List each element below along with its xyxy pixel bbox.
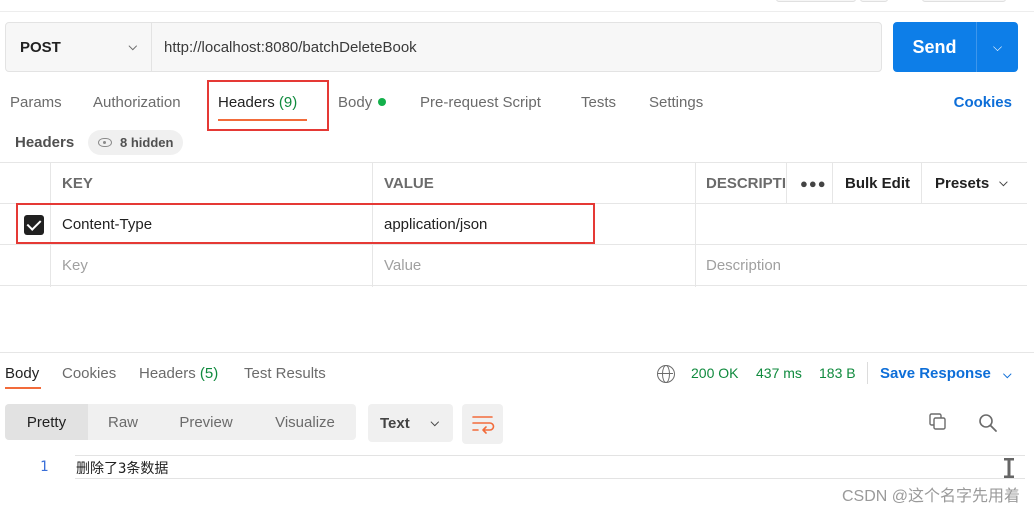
tab-body-label: Body: [338, 94, 373, 111]
chevron-down-icon: ⌵: [992, 39, 1003, 54]
format-pretty[interactable]: Pretty: [5, 404, 88, 440]
chevron-down-icon: ⌵: [430, 416, 439, 429]
response-type-select[interactable]: Text ⌵: [368, 404, 453, 442]
tab-pre-request-script[interactable]: Pre-request Script: [420, 94, 541, 111]
tab-authorization[interactable]: Authorization: [93, 94, 181, 111]
description-input[interactable]: Description: [706, 245, 781, 286]
body-indicator-dot: [378, 98, 387, 107]
chevron-down-icon: ⌵: [999, 177, 1008, 189]
tab-params[interactable]: Params: [10, 94, 62, 111]
send-button-group: Send ⌵: [893, 22, 1018, 72]
column-header-description: DESCRIPTI: [706, 175, 786, 192]
send-options-button[interactable]: ⌵: [976, 22, 1018, 72]
column-header-key: KEY: [62, 175, 93, 192]
toolbar-ghost-control[interactable]: [860, 0, 888, 2]
request-tabs: Params Authorization Headers (9) Body Pr…: [0, 84, 1034, 120]
presets-dropdown[interactable]: Presets ⌵: [935, 163, 1008, 204]
copy-icon[interactable]: [929, 413, 947, 431]
send-button[interactable]: Send: [893, 22, 976, 72]
toolbar-ghost-control[interactable]: [776, 0, 856, 2]
tab-body[interactable]: Body: [338, 94, 387, 111]
status-code[interactable]: 200 OK: [691, 365, 738, 381]
hidden-headers-toggle[interactable]: 8 hidden: [88, 130, 184, 155]
table-row-new: Key Value Description: [0, 245, 1027, 286]
format-preview[interactable]: Preview: [158, 404, 254, 440]
pane-divider[interactable]: [0, 352, 1034, 353]
format-visualize[interactable]: Visualize: [254, 404, 356, 440]
format-tabs: Pretty Raw Preview Visualize: [5, 404, 356, 440]
column-header-value: VALUE: [384, 175, 434, 192]
response-type-label: Text: [380, 414, 410, 432]
highlight-box: [16, 203, 595, 244]
globe-icon[interactable]: [657, 365, 675, 383]
presets-label: Presets: [935, 175, 990, 192]
toolbar-ghost-control[interactable]: [922, 0, 1006, 2]
more-options-icon[interactable]: ●●●: [800, 163, 827, 204]
url-input[interactable]: http://localhost:8080/batchDeleteBook: [152, 23, 417, 71]
watermark: CSDN @这个名字先用着: [841, 488, 1020, 505]
key-input[interactable]: Key: [62, 245, 88, 286]
hidden-headers-label: 8 hidden: [120, 135, 174, 150]
chevron-down-icon: ⌵: [1003, 369, 1012, 381]
response-tab-headers-count: (5): [199, 365, 219, 382]
response-tab-cookies[interactable]: Cookies: [62, 365, 116, 382]
active-tab-underline: [5, 387, 41, 389]
cookies-link[interactable]: Cookies: [954, 94, 1012, 111]
tab-settings[interactable]: Settings: [649, 94, 703, 111]
response-tab-headers[interactable]: Headers (5): [139, 365, 218, 382]
method-label: POST: [20, 38, 61, 56]
save-response-button[interactable]: Save Response ⌵: [880, 365, 1011, 382]
method-select[interactable]: POST ⌵: [6, 23, 152, 71]
headers-section-title: Headers: [15, 134, 75, 151]
response-body-text[interactable]: 删除了3条数据: [76, 458, 168, 478]
column-divider: [695, 162, 696, 287]
response-time[interactable]: 437 ms: [756, 365, 802, 381]
format-raw[interactable]: Raw: [88, 404, 158, 440]
wrap-lines-button[interactable]: [462, 404, 503, 444]
bulk-edit-button[interactable]: Bulk Edit: [845, 163, 910, 204]
line-number: 1: [40, 459, 49, 475]
highlight-box: [207, 80, 329, 131]
code-line-highlight: [75, 455, 1025, 479]
top-toolbar-strip: [0, 0, 1034, 12]
value-input[interactable]: Value: [384, 245, 421, 286]
table-header-row: KEY VALUE DESCRIPTI ●●● Bulk Edit Preset…: [0, 163, 1027, 204]
wrap-icon: [472, 416, 495, 434]
text-cursor-icon: [1004, 458, 1014, 478]
response-tab-body[interactable]: Body: [5, 365, 39, 382]
response-tab-test-results[interactable]: Test Results: [244, 365, 326, 382]
response-tab-headers-label: Headers: [139, 365, 196, 382]
tab-tests[interactable]: Tests: [581, 94, 616, 111]
save-response-label: Save Response: [880, 365, 991, 382]
chevron-down-icon: ⌵: [128, 40, 137, 53]
search-icon[interactable]: [978, 413, 998, 433]
eye-icon: [98, 138, 112, 147]
column-divider: [921, 162, 922, 203]
request-url-bar: POST ⌵ http://localhost:8080/batchDelete…: [5, 22, 882, 72]
response-size[interactable]: 183 B: [819, 365, 856, 381]
divider: [867, 362, 868, 384]
column-divider: [786, 162, 787, 203]
column-divider: [832, 162, 833, 203]
